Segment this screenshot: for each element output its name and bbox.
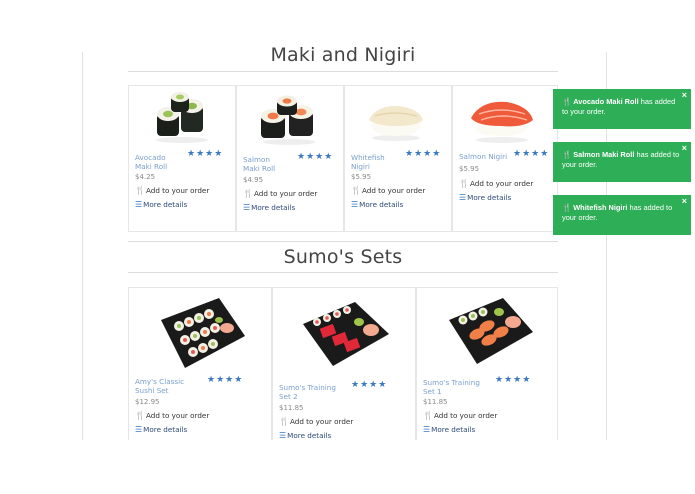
more-details-label: More details bbox=[143, 200, 188, 209]
add-to-order-button[interactable]: 🍴Add to your order bbox=[423, 411, 497, 420]
product-price: $5.95 bbox=[351, 173, 372, 181]
more-details-link[interactable]: ☰More details bbox=[351, 200, 403, 209]
more-details-label: More details bbox=[467, 193, 512, 202]
section-title-sets: Sumo's Sets bbox=[283, 246, 403, 268]
close-icon[interactable]: × bbox=[682, 90, 687, 100]
order-toast[interactable]: × 🍴 Whitefish Nigiri has added to your or… bbox=[553, 195, 691, 235]
whitefish-nigiri-image bbox=[369, 106, 423, 141]
product-card[interactable]: ★★★★ Salmon Maki Roll $4.95 🍴Add to your… bbox=[236, 85, 344, 232]
product-name[interactable]: Salmon Maki Roll bbox=[243, 155, 287, 173]
product-name[interactable]: Avocado Maki Roll bbox=[135, 153, 183, 171]
list-icon: ☰ bbox=[459, 193, 467, 202]
add-to-order-button[interactable]: 🍴Add to your order bbox=[459, 179, 533, 188]
cutlery-icon: 🍴 bbox=[562, 97, 572, 106]
list-icon: ☰ bbox=[243, 203, 251, 212]
more-details-label: More details bbox=[287, 431, 332, 440]
close-icon[interactable]: × bbox=[682, 196, 687, 206]
add-to-order-label: Add to your order bbox=[145, 186, 210, 195]
training-set-2-image bbox=[303, 302, 389, 366]
product-price: $5.95 bbox=[459, 165, 480, 173]
cutlery-icon: 🍴 bbox=[135, 186, 145, 195]
page: Maki and Nigiri ★★★★ Avocado Maki Roll $… bbox=[0, 0, 695, 494]
more-details-label: More details bbox=[359, 200, 404, 209]
cutlery-icon: 🍴 bbox=[135, 411, 145, 420]
cutlery-icon: 🍴 bbox=[459, 179, 469, 188]
rating-stars: ★★★★ bbox=[405, 148, 442, 158]
cutlery-icon: 🍴 bbox=[562, 150, 572, 159]
add-to-order-button[interactable]: 🍴Add to your order bbox=[135, 411, 209, 420]
list-icon: ☰ bbox=[279, 431, 287, 440]
training-set-1-image bbox=[449, 298, 533, 364]
salmon-maki-image bbox=[261, 95, 315, 145]
list-icon: ☰ bbox=[135, 425, 143, 434]
product-card[interactable]: ★★★★ Sumo's Training Set 2 $11.85 🍴Add t… bbox=[272, 287, 416, 447]
product-price: $11.85 bbox=[423, 398, 448, 406]
order-toast[interactable]: × 🍴 Salmon Maki Roll has added to your or… bbox=[553, 142, 691, 182]
section-divider bbox=[128, 71, 558, 72]
toast-item-name: Salmon Maki Roll bbox=[573, 150, 635, 159]
page-bottom bbox=[0, 440, 695, 494]
toast-item-name: Whitefish Nigiri bbox=[573, 203, 628, 212]
cutlery-icon: 🍴 bbox=[562, 203, 572, 212]
more-details-link[interactable]: ☰More details bbox=[459, 193, 511, 202]
product-name[interactable]: Sumo's Training Set 2 bbox=[279, 383, 343, 401]
more-details-label: More details bbox=[431, 425, 476, 434]
add-to-order-button[interactable]: 🍴Add to your order bbox=[351, 186, 425, 195]
add-to-order-label: Add to your order bbox=[433, 411, 498, 420]
product-name[interactable]: Whitefish Nigiri bbox=[351, 153, 391, 171]
product-price: $4.25 bbox=[135, 173, 156, 181]
add-to-order-label: Add to your order bbox=[361, 186, 426, 195]
cutlery-icon: 🍴 bbox=[351, 186, 361, 195]
product-price: $12.95 bbox=[135, 398, 160, 406]
order-toast[interactable]: × 🍴 Avocado Maki Roll has added to your o… bbox=[553, 89, 691, 129]
cutlery-icon: 🍴 bbox=[243, 189, 253, 198]
product-card[interactable]: ★★★★ Avocado Maki Roll $4.25 🍴Add to you… bbox=[128, 85, 236, 232]
more-details-label: More details bbox=[251, 203, 296, 212]
list-icon: ☰ bbox=[423, 425, 431, 434]
cutlery-icon: 🍴 bbox=[423, 411, 433, 420]
product-card[interactable]: ★★★★ Amy's Classic Sushi Set $12.95 🍴Add… bbox=[128, 287, 272, 447]
product-card[interactable]: ★★★★ Salmon Nigiri $5.95 🍴Add to your or… bbox=[452, 85, 558, 232]
product-card[interactable]: ★★★★ Sumo's Training Set 1 $11.85 🍴Add t… bbox=[416, 287, 558, 447]
more-details-link[interactable]: ☰More details bbox=[243, 203, 295, 212]
section-title-maki: Maki and Nigiri bbox=[270, 44, 416, 66]
content-border-left bbox=[82, 52, 83, 440]
cutlery-icon: 🍴 bbox=[279, 417, 289, 426]
avocado-maki-image bbox=[156, 92, 208, 143]
more-details-label: More details bbox=[143, 425, 188, 434]
add-to-order-label: Add to your order bbox=[469, 179, 534, 188]
rating-stars: ★★★★ bbox=[495, 374, 532, 384]
rating-stars: ★★★★ bbox=[351, 379, 388, 389]
add-to-order-button[interactable]: 🍴Add to your order bbox=[135, 186, 209, 195]
salmon-nigiri-image bbox=[471, 101, 533, 143]
product-name[interactable]: Sumo's Training Set 1 bbox=[423, 378, 487, 396]
product-card[interactable]: ★★★★ Whitefish Nigiri $5.95 🍴Add to your… bbox=[344, 85, 452, 232]
product-name[interactable]: Amy's Classic Sushi Set bbox=[135, 377, 195, 395]
add-to-order-label: Add to your order bbox=[289, 417, 354, 426]
toast-item-name: Avocado Maki Roll bbox=[573, 97, 639, 106]
add-to-order-label: Add to your order bbox=[145, 411, 210, 420]
product-price: $4.95 bbox=[243, 176, 264, 184]
rating-stars: ★★★★ bbox=[207, 374, 244, 384]
section-divider bbox=[128, 272, 558, 273]
more-details-link[interactable]: ☰More details bbox=[279, 431, 331, 440]
list-icon: ☰ bbox=[135, 200, 143, 209]
section-divider bbox=[128, 241, 558, 242]
add-to-order-button[interactable]: 🍴Add to your order bbox=[279, 417, 353, 426]
more-details-link[interactable]: ☰More details bbox=[135, 425, 187, 434]
more-details-link[interactable]: ☰More details bbox=[423, 425, 475, 434]
rating-stars: ★★★★ bbox=[187, 148, 224, 158]
close-icon[interactable]: × bbox=[682, 143, 687, 153]
rating-stars: ★★★★ bbox=[297, 151, 334, 161]
list-icon: ☰ bbox=[351, 200, 359, 209]
add-to-order-button[interactable]: 🍴Add to your order bbox=[243, 189, 317, 198]
product-name[interactable]: Salmon Nigiri bbox=[459, 152, 519, 162]
add-to-order-label: Add to your order bbox=[253, 189, 318, 198]
product-price: $11.85 bbox=[279, 404, 304, 412]
classic-sushi-set-image bbox=[161, 298, 245, 368]
more-details-link[interactable]: ☰More details bbox=[135, 200, 187, 209]
